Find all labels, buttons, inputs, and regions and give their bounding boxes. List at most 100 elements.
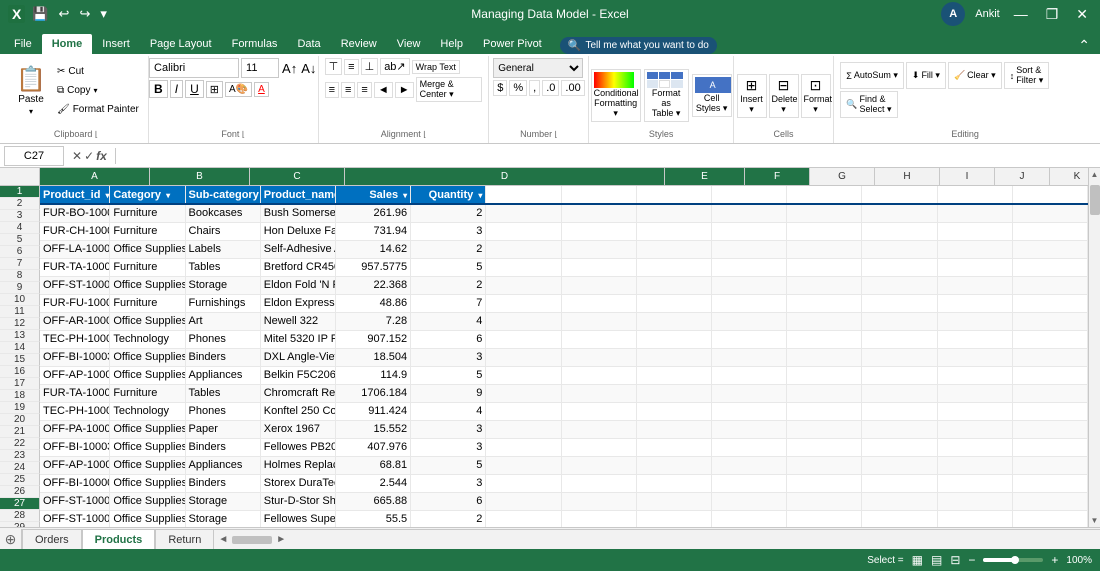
font-name-input[interactable]	[149, 58, 239, 78]
row-header-4[interactable]: 4	[0, 222, 40, 234]
middle-align-btn[interactable]: ≡	[344, 59, 358, 75]
row-header-24[interactable]: 24	[0, 462, 40, 474]
table-row[interactable]: OFF-BI-10000756Office SuppliesBindersSto…	[40, 474, 1088, 492]
row-header-5[interactable]: 5	[0, 234, 40, 246]
row-header-28[interactable]: 28	[0, 510, 40, 522]
row-header-20[interactable]: 20	[0, 414, 40, 426]
border-btn[interactable]: ⊞	[206, 81, 223, 98]
ribbon-collapse[interactable]: ⌃	[1072, 37, 1096, 54]
row-header-12[interactable]: 12	[0, 318, 40, 330]
font-color-btn[interactable]: A	[254, 82, 269, 97]
minimize-btn[interactable]: —	[1010, 6, 1032, 22]
tab-insert[interactable]: Insert	[92, 34, 140, 54]
italic-btn[interactable]: I	[170, 80, 183, 98]
table-row[interactable]: FUR-TA-10001539FurnitureTablesChromcraft…	[40, 384, 1088, 402]
row-header-13[interactable]: 13	[0, 330, 40, 342]
table-row[interactable]: FUR-BO-10001798FurnitureBookcasesBush So…	[40, 204, 1088, 222]
row-header-15[interactable]: 15	[0, 354, 40, 366]
font-size-input[interactable]	[241, 58, 279, 78]
sheet-tab-products[interactable]: Products	[82, 529, 156, 549]
col-header-b[interactable]: B	[150, 168, 250, 186]
row-header-7[interactable]: 7	[0, 258, 40, 270]
table-row[interactable]: OFF-ST-10000760Office SuppliesStorageEld…	[40, 276, 1088, 294]
underline-btn[interactable]: U	[185, 80, 204, 98]
number-format-select[interactable]: General	[493, 58, 583, 78]
decrease-decimal-btn[interactable]: .0	[542, 80, 559, 96]
decrease-indent-btn[interactable]: ◄	[374, 82, 393, 98]
view-layout-btn[interactable]: ▤	[931, 553, 942, 567]
more-quick-btn[interactable]: ▾	[97, 5, 110, 23]
col-header-f[interactable]: F	[745, 168, 810, 186]
table-row[interactable]: OFF-AR-10002833Office SuppliesArtNewell …	[40, 312, 1088, 330]
format-painter-button[interactable]: 🖌 Format Painter	[54, 100, 142, 118]
tab-formulas[interactable]: Formulas	[222, 34, 288, 54]
increase-decimal-btn[interactable]: .00	[561, 80, 584, 96]
col-header-i[interactable]: I	[940, 168, 995, 186]
table-row[interactable]: OFF-PA-10002365Office SuppliesPaperXerox…	[40, 420, 1088, 438]
col-header-a[interactable]: A	[40, 168, 150, 186]
row-header-14[interactable]: 14	[0, 342, 40, 354]
cancel-formula-btn[interactable]: ✕	[72, 149, 82, 163]
h-scroll-left[interactable]: ◄	[218, 534, 228, 545]
table-row[interactable]: FUR-TA-10000577FurnitureTablesBretford C…	[40, 258, 1088, 276]
zoom-out-btn[interactable]: −	[968, 553, 975, 567]
top-align-btn[interactable]: ⊤	[325, 58, 343, 75]
vertical-scrollbar[interactable]: ▲ ▼	[1088, 168, 1100, 527]
tab-page-layout[interactable]: Page Layout	[140, 34, 222, 54]
row-header-23[interactable]: 23	[0, 450, 40, 462]
name-box[interactable]	[4, 146, 64, 166]
h-scroll-thumb[interactable]	[232, 536, 272, 544]
font-shrink-btn[interactable]: A↓	[300, 60, 317, 77]
tab-home[interactable]: Home	[42, 34, 93, 54]
header-sub-category[interactable]: Sub-category ▾	[185, 186, 260, 204]
sheet-tab-orders[interactable]: Orders	[22, 529, 82, 549]
tab-review[interactable]: Review	[331, 34, 387, 54]
table-row[interactable]: TEC-PH-10002033TechnologyPhonesKonftel 2…	[40, 402, 1088, 420]
copy-button[interactable]: ⧉ Copy ▾	[54, 81, 142, 99]
font-grow-btn[interactable]: A↑	[281, 60, 298, 77]
autosum-btn[interactable]: ΣAutoSum ▾	[840, 62, 904, 89]
delete-cells-btn[interactable]: ⊟ Delete ▾	[769, 74, 799, 118]
percent-btn[interactable]: %	[509, 80, 527, 96]
format-cells-btn[interactable]: ⊡ Format ▾	[801, 74, 831, 118]
row-header-9[interactable]: 9	[0, 282, 40, 294]
header-product-id[interactable]: Product_id ▾	[40, 186, 110, 204]
table-row[interactable]: FUR-FU-10001487FurnitureFurnishingsEldon…	[40, 294, 1088, 312]
find-select-btn[interactable]: 🔍Find &Select ▾	[840, 91, 897, 118]
row-header-6[interactable]: 6	[0, 246, 40, 258]
row-header-22[interactable]: 22	[0, 438, 40, 450]
cut-button[interactable]: ✂ Cut	[54, 62, 142, 80]
header-sales[interactable]: Sales ▾	[335, 186, 410, 204]
table-row[interactable]: TEC-PH-10002275TechnologyPhonesMitel 532…	[40, 330, 1088, 348]
redo-quick-btn[interactable]: ↪	[76, 5, 93, 23]
table-row[interactable]: FUR-CH-10000454FurnitureChairsHon Deluxe…	[40, 222, 1088, 240]
formula-input[interactable]	[120, 150, 1100, 162]
accept-formula-btn[interactable]: ✓	[84, 149, 94, 163]
table-row[interactable]: OFF-LA-10000240Office SuppliesLabelsSelf…	[40, 240, 1088, 258]
table-row[interactable]: OFF-BI-10003656Office SuppliesBindersFel…	[40, 438, 1088, 456]
comma-btn[interactable]: ,	[529, 80, 540, 96]
sheet-tab-return[interactable]: Return	[155, 529, 214, 549]
fill-btn[interactable]: ⬇Fill ▾	[906, 62, 946, 89]
col-header-j[interactable]: J	[995, 168, 1050, 186]
insert-function-btn[interactable]: fx	[96, 149, 107, 163]
maximize-btn[interactable]: ❐	[1042, 6, 1063, 23]
view-page-btn[interactable]: ⊟	[950, 553, 960, 567]
merge-center-btn[interactable]: Merge & Center ▾	[416, 77, 483, 102]
col-header-k[interactable]: K	[1050, 168, 1088, 186]
tab-view[interactable]: View	[387, 34, 431, 54]
insert-cells-btn[interactable]: ⊞ Insert ▾	[737, 74, 767, 118]
table-row[interactable]: OFF-AP-10002311Office SuppliesAppliances…	[40, 456, 1088, 474]
scroll-down-arrow[interactable]: ▼	[1089, 514, 1100, 527]
header-product-name[interactable]: Product_name ▾	[260, 186, 335, 204]
bold-btn[interactable]: B	[149, 80, 168, 98]
scroll-thumb[interactable]	[1090, 185, 1100, 215]
row-header-11[interactable]: 11	[0, 306, 40, 318]
row-header-21[interactable]: 21	[0, 426, 40, 438]
row-header-26[interactable]: 26	[0, 486, 40, 498]
tab-data[interactable]: Data	[287, 34, 330, 54]
row-header-18[interactable]: 18	[0, 390, 40, 402]
horizontal-scroll[interactable]: ◄ ►	[214, 529, 1100, 549]
tell-me-search[interactable]: 🔍 Tell me what you want to do	[560, 37, 717, 54]
bottom-align-btn[interactable]: ⊥	[361, 58, 379, 75]
